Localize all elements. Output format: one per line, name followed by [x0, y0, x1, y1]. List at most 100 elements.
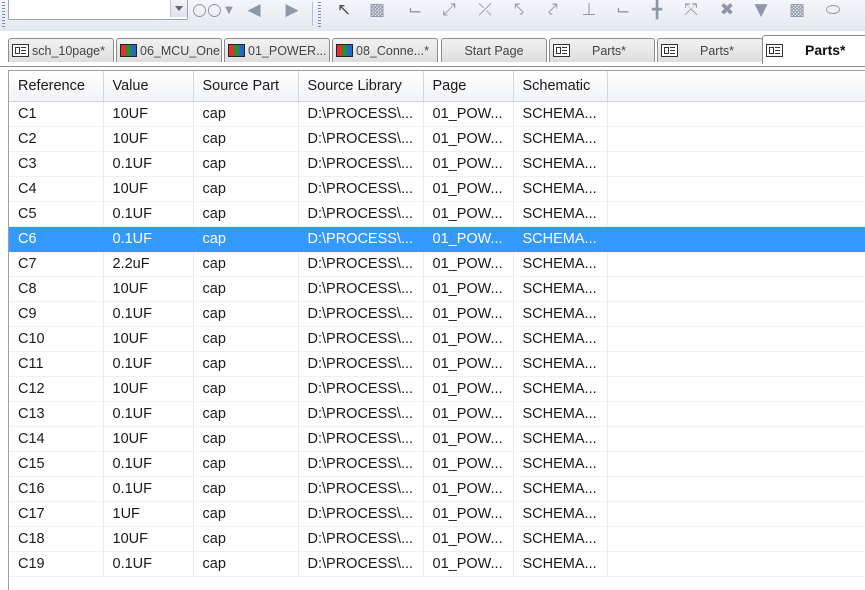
cell-schematic[interactable]: SCHEMA... [513, 401, 608, 427]
cell-value[interactable]: 0.1UF [103, 551, 194, 577]
table-row[interactable]: C19 0.1UF cap D:\PROCESS\... 01_POW... SCHEMA… [9, 551, 865, 577]
column-header-source-library[interactable]: Source Library [298, 71, 424, 102]
ellipse-icon[interactable]: ⬭ [820, 0, 846, 20]
wire-icon[interactable]: ⌙ [404, 0, 426, 20]
tab-sch-10page[interactable]: sch_10page* [8, 38, 114, 62]
column-header-page[interactable]: Page [423, 71, 514, 102]
table-row[interactable]: C12 10UF cap D:\PROCESS\... 01_POW... SCHEMA.… [9, 376, 865, 402]
dropdown-arrow-icon[interactable]: ▼ [222, 0, 236, 20]
cell-reference[interactable]: C17 [9, 501, 104, 527]
chevron-down-icon[interactable] [170, 0, 187, 17]
cell-value[interactable]: 10UF [103, 276, 194, 302]
cell-page[interactable]: 01_POW... [423, 401, 514, 427]
cell-source-part[interactable]: cap [193, 126, 299, 152]
cell-value[interactable]: 10UF [103, 176, 194, 202]
cell-reference[interactable]: C12 [9, 376, 104, 402]
cell-source-library[interactable]: D:\PROCESS\... [298, 426, 424, 452]
cell-reference[interactable]: C15 [9, 451, 104, 477]
cell-value[interactable]: 0.1UF [103, 301, 194, 327]
table-row[interactable]: C13 0.1UF cap D:\PROCESS\... 01_POW... SCHEMA… [9, 401, 865, 427]
cell-schematic[interactable]: SCHEMA... [513, 276, 608, 302]
cell-reference[interactable]: C3 [9, 151, 104, 177]
tab-01-power[interactable]: 01_POWER... [224, 38, 330, 62]
binoculars-icon[interactable]: ○○ [192, 0, 222, 20]
cell-value[interactable]: 1UF [103, 501, 194, 527]
pointer-icon[interactable]: ↖ [334, 0, 354, 20]
cell-page[interactable]: 01_POW... [423, 126, 514, 152]
cell-source-part[interactable]: cap [193, 151, 299, 177]
cell-source-part[interactable]: cap [193, 551, 299, 577]
cell-source-library[interactable]: D:\PROCESS\... [298, 101, 424, 127]
cell-value[interactable]: 0.1UF [103, 451, 194, 477]
cell-source-library[interactable]: D:\PROCESS\... [298, 176, 424, 202]
table-row[interactable]: C5 0.1UF cap D:\PROCESS\... 01_POW... SCHEMA.… [9, 201, 865, 227]
cell-page[interactable]: 01_POW... [423, 451, 514, 477]
cell-page[interactable]: 01_POW... [423, 326, 514, 352]
cell-source-library[interactable]: D:\PROCESS\... [298, 276, 424, 302]
cell-source-library[interactable]: D:\PROCESS\... [298, 201, 424, 227]
part-icon[interactable]: ▩ [366, 0, 388, 20]
cell-page[interactable]: 01_POW... [423, 526, 514, 552]
cell-source-part[interactable]: cap [193, 301, 299, 327]
cell-value[interactable]: 0.1UF [103, 151, 194, 177]
toolbar-grip-2[interactable] [318, 2, 321, 28]
cell-source-part[interactable]: cap [193, 401, 299, 427]
tab-06-mcu-one[interactable]: 06_MCU_One [116, 38, 222, 62]
cell-page[interactable]: 01_POW... [423, 151, 514, 177]
cell-value[interactable]: 10UF [103, 376, 194, 402]
cell-value[interactable]: 10UF [103, 326, 194, 352]
offpage-icon[interactable]: ╋ [646, 0, 668, 20]
cell-schematic[interactable]: SCHEMA... [513, 451, 608, 477]
cell-source-part[interactable]: cap [193, 101, 299, 127]
table-row[interactable]: C6 0.1UF cap D:\PROCESS\... 01_POW... SCHEMA.… [9, 226, 865, 252]
cell-source-part[interactable]: cap [193, 376, 299, 402]
cell-value[interactable]: 0.1UF [103, 201, 194, 227]
column-header-reference[interactable]: Reference [9, 71, 104, 102]
cell-reference[interactable]: C6 [9, 226, 104, 252]
table-row[interactable]: C16 0.1UF cap D:\PROCESS\... 01_POW... SCHEMA… [9, 476, 865, 502]
cell-schematic[interactable]: SCHEMA... [513, 301, 608, 327]
cell-page[interactable]: 01_POW... [423, 276, 514, 302]
cell-source-part[interactable]: cap [193, 276, 299, 302]
table-row[interactable]: C2 10UF cap D:\PROCESS\... 01_POW... SCHEMA..… [9, 126, 865, 152]
cell-source-part[interactable]: cap [193, 351, 299, 377]
cell-schematic[interactable]: SCHEMA... [513, 476, 608, 502]
cell-source-library[interactable]: D:\PROCESS\... [298, 301, 424, 327]
cell-value[interactable]: 10UF [103, 426, 194, 452]
cell-schematic[interactable]: SCHEMA... [513, 251, 608, 277]
cell-source-library[interactable]: D:\PROCESS\... [298, 526, 424, 552]
parts-grid[interactable]: Reference Value Source Part Source Libra… [8, 70, 865, 590]
cell-schematic[interactable]: SCHEMA... [513, 501, 608, 527]
back-icon[interactable]: ◀ [244, 0, 264, 20]
cell-source-library[interactable]: D:\PROCESS\... [298, 251, 424, 277]
tab-parts-2[interactable]: Parts* [657, 38, 763, 62]
cell-reference[interactable]: C7 [9, 251, 104, 277]
cell-source-part[interactable]: cap [193, 326, 299, 352]
cell-page[interactable]: 01_POW... [423, 251, 514, 277]
column-header-schematic[interactable]: Schematic [513, 71, 608, 102]
table-row[interactable]: C1 10UF cap D:\PROCESS\... 01_POW... SCHEMA..… [9, 101, 865, 127]
cell-reference[interactable]: C9 [9, 301, 104, 327]
cell-schematic[interactable]: SCHEMA... [513, 101, 608, 127]
hier-port-icon[interactable]: ✖ [716, 0, 738, 20]
table-row[interactable]: C7 2.2uF cap D:\PROCESS\... 01_POW... SCHEMA.… [9, 251, 865, 277]
cell-value[interactable]: 10UF [103, 101, 194, 127]
cell-value[interactable]: 0.1UF [103, 351, 194, 377]
cell-schematic[interactable]: SCHEMA... [513, 326, 608, 352]
column-header-value[interactable]: Value [103, 71, 194, 102]
cell-schematic[interactable]: SCHEMA... [513, 201, 608, 227]
cell-source-part[interactable]: cap [193, 451, 299, 477]
cell-source-part[interactable]: cap [193, 426, 299, 452]
cell-reference[interactable]: C1 [9, 101, 104, 127]
forward-icon[interactable]: ▶ [282, 0, 302, 20]
cell-source-library[interactable]: D:\PROCESS\... [298, 376, 424, 402]
cell-source-part[interactable]: cap [193, 176, 299, 202]
cell-source-library[interactable]: D:\PROCESS\... [298, 351, 424, 377]
cell-reference[interactable]: C19 [9, 551, 104, 577]
cell-schematic[interactable]: SCHEMA... [513, 226, 608, 252]
table-row[interactable]: C4 10UF cap D:\PROCESS\... 01_POW... SCHEMA..… [9, 176, 865, 202]
no-connect-icon[interactable]: ▩ [786, 0, 808, 20]
cell-source-library[interactable]: D:\PROCESS\... [298, 126, 424, 152]
cell-source-part[interactable]: cap [193, 501, 299, 527]
cell-source-part[interactable]: cap [193, 226, 299, 252]
